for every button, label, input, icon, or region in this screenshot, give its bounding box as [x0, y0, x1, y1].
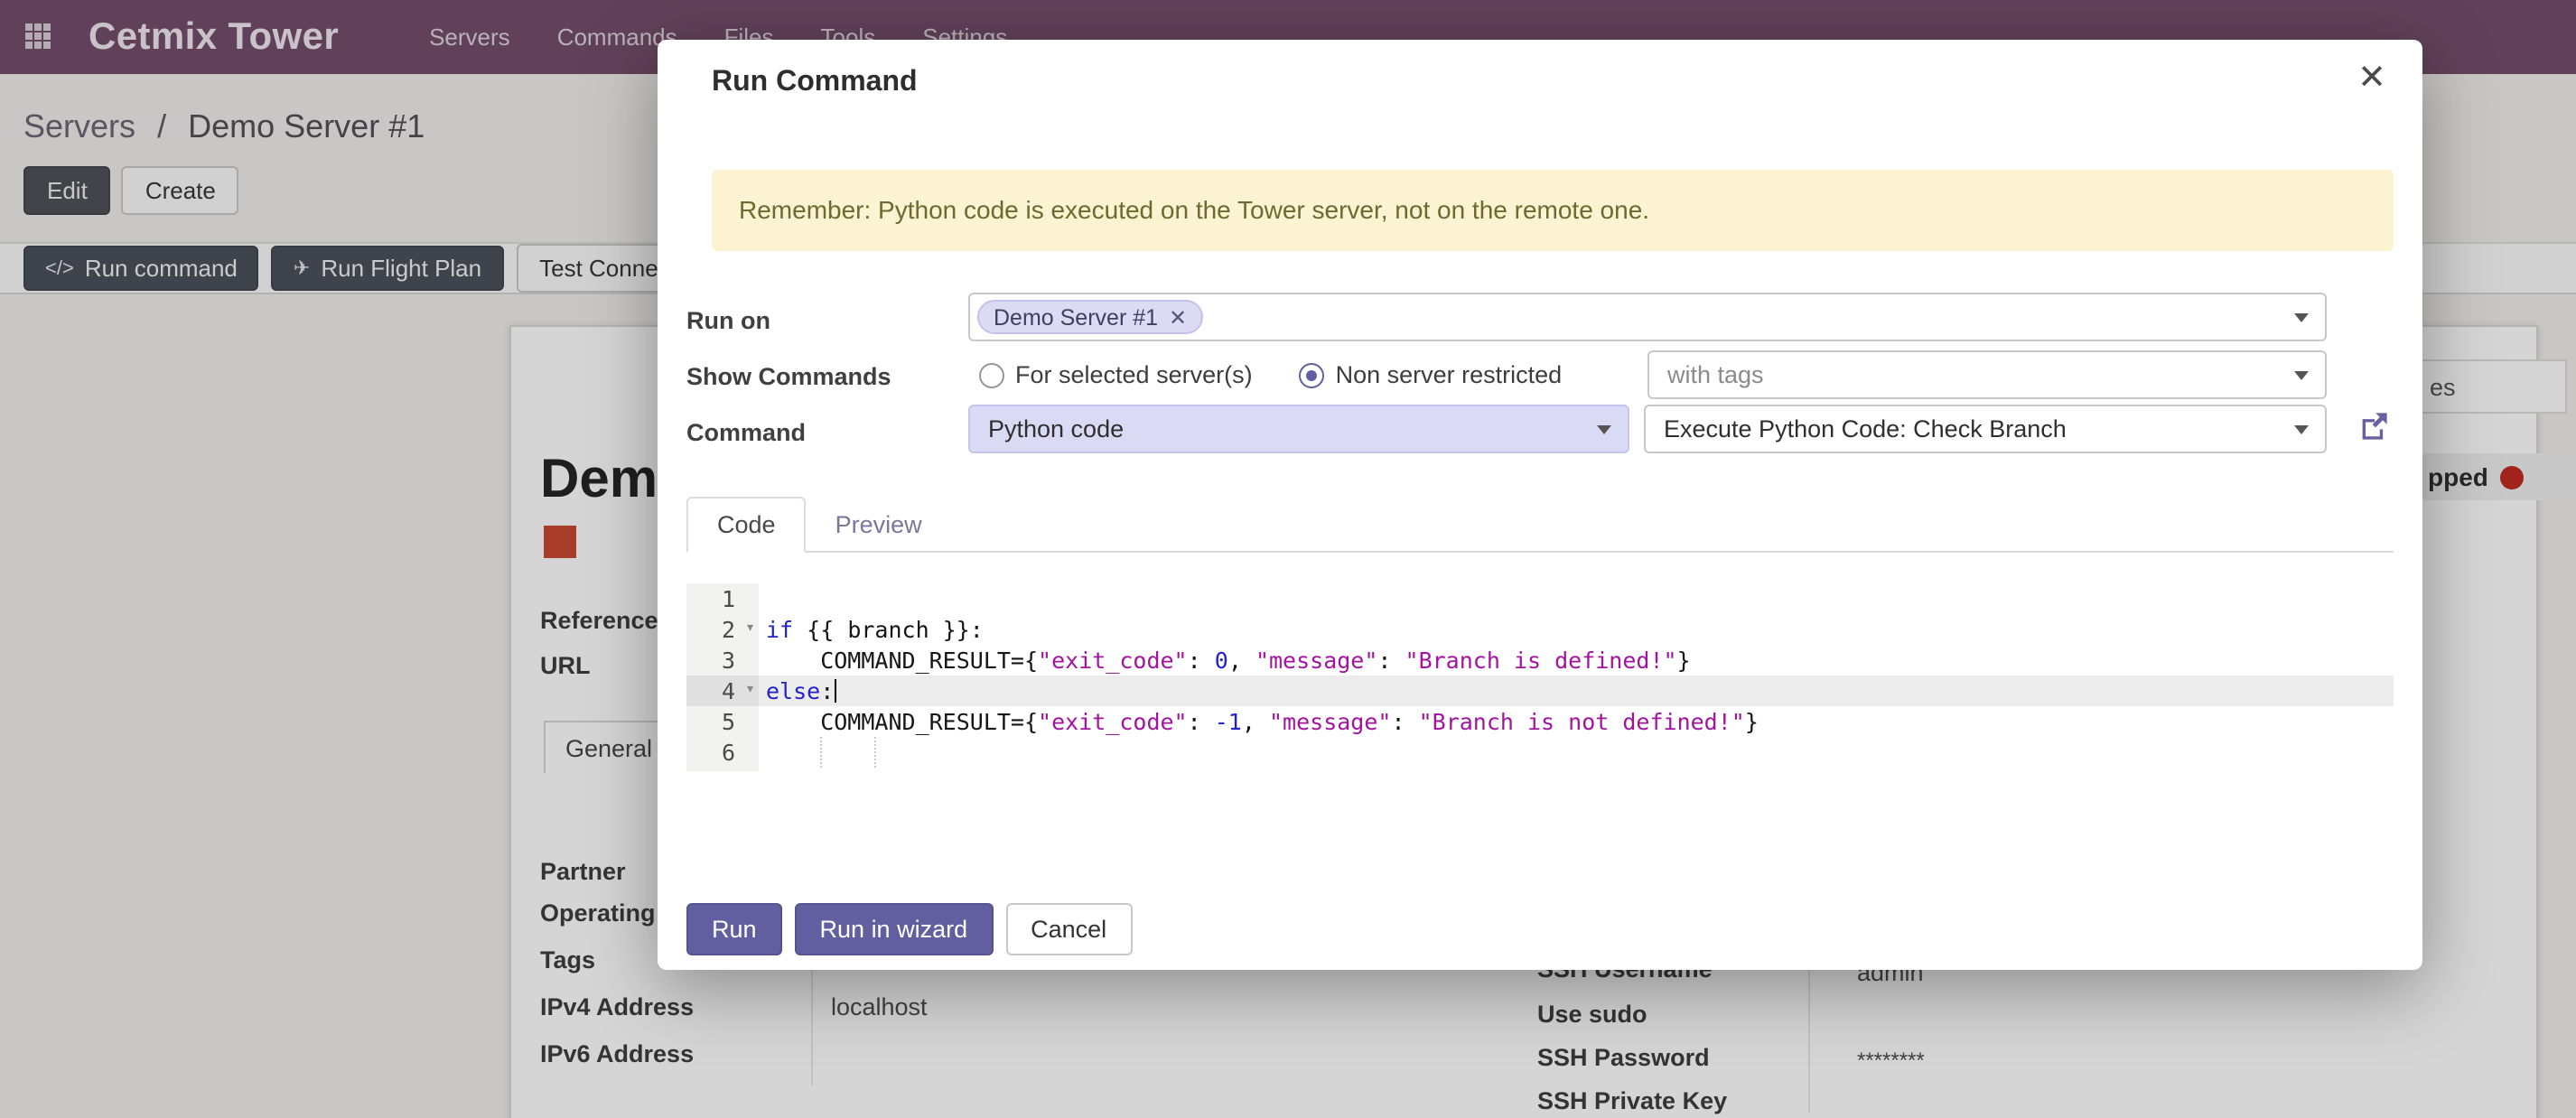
editor-code-line[interactable]: COMMAND_RESULT={"exit_code": -1, "messag… — [759, 706, 2394, 737]
with-tags-placeholder: with tags — [1667, 361, 1764, 388]
chevron-down-icon[interactable] — [2294, 312, 2309, 321]
tab-preview[interactable]: Preview — [807, 498, 951, 551]
tab-code[interactable]: Code — [686, 497, 807, 553]
modal-title: Run Command — [712, 67, 918, 99]
editor-line-number[interactable]: 5 — [686, 706, 759, 737]
editor-line-number[interactable]: 2▾ — [686, 614, 759, 645]
editor-gutter: 12▾34▾56 — [686, 583, 759, 771]
command-value: Execute Python Code: Check Branch — [1664, 415, 2067, 443]
command-select[interactable]: Execute Python Code: Check Branch — [1644, 405, 2327, 453]
editor-line-number[interactable]: 1 — [686, 583, 759, 614]
server-tag-label: Demo Server #1 — [994, 304, 1158, 330]
radio-non-server-restricted[interactable]: Non server restricted — [1300, 361, 1563, 388]
radio-icon-unselected[interactable] — [979, 362, 1004, 387]
close-icon[interactable]: ✕ — [2357, 58, 2386, 99]
code-editor[interactable]: 12▾34▾56 if {{ branch }}: COMMAND_RESULT… — [686, 583, 2394, 771]
editor-code-line[interactable]: if {{ branch }}: — [759, 614, 2394, 645]
radio-non-restricted-label: Non server restricted — [1336, 361, 1563, 388]
external-link-icon[interactable] — [2357, 410, 2390, 443]
radio-icon-selected[interactable] — [1300, 362, 1325, 387]
fold-arrow-icon[interactable]: ▾ — [745, 614, 755, 645]
fold-arrow-icon[interactable]: ▾ — [745, 675, 755, 706]
radio-for-selected-servers[interactable]: For selected server(s) — [979, 361, 1253, 388]
modal-footer: Run Run in wizard Cancel — [686, 903, 1132, 955]
editor-line-number[interactable]: 4▾ — [686, 675, 759, 706]
run-command-modal: Run Command ✕ Remember: Python code is e… — [658, 40, 2422, 970]
command-type-value: Python code — [988, 415, 1124, 443]
run-on-label: Run on — [686, 307, 770, 334]
modal-tabs: Code Preview — [686, 495, 2394, 553]
editor-code-line[interactable] — [759, 583, 2394, 614]
chevron-down-icon[interactable] — [2294, 370, 2309, 379]
editor-code-line[interactable]: COMMAND_RESULT={"exit_code": 0, "message… — [759, 645, 2394, 675]
editor-code-line[interactable]: else: — [759, 675, 2394, 706]
app-root: Cetmix Tower Servers Commands Files Tool… — [0, 0, 2576, 1118]
indent-guide — [874, 737, 876, 768]
server-tag-chip[interactable]: Demo Server #1 ✕ — [977, 300, 1203, 334]
text-cursor — [834, 679, 836, 703]
indent-guide — [820, 737, 822, 768]
show-commands-label: Show Commands — [686, 363, 891, 390]
command-label: Command — [686, 419, 806, 446]
radio-for-selected-label: For selected server(s) — [1015, 361, 1253, 388]
command-type-select[interactable]: Python code — [968, 405, 1629, 453]
cancel-button[interactable]: Cancel — [1005, 903, 1132, 955]
chevron-down-icon[interactable] — [1597, 424, 1611, 433]
editor-code-line[interactable] — [759, 737, 2394, 768]
with-tags-select[interactable]: with tags — [1647, 350, 2327, 399]
chevron-down-icon[interactable] — [2294, 424, 2309, 433]
run-in-wizard-button[interactable]: Run in wizard — [795, 903, 994, 955]
tag-remove-icon[interactable]: ✕ — [1169, 306, 1187, 328]
show-commands-radios: For selected server(s) Non server restri… — [979, 350, 1562, 399]
run-on-field[interactable]: Demo Server #1 ✕ — [968, 293, 2327, 341]
alert-warning: Remember: Python code is executed on the… — [712, 170, 2394, 251]
editor-line-number[interactable]: 6 — [686, 737, 759, 768]
editor-code: if {{ branch }}: COMMAND_RESULT={"exit_c… — [759, 583, 2394, 771]
run-button[interactable]: Run — [686, 903, 782, 955]
editor-line-number[interactable]: 3 — [686, 645, 759, 675]
